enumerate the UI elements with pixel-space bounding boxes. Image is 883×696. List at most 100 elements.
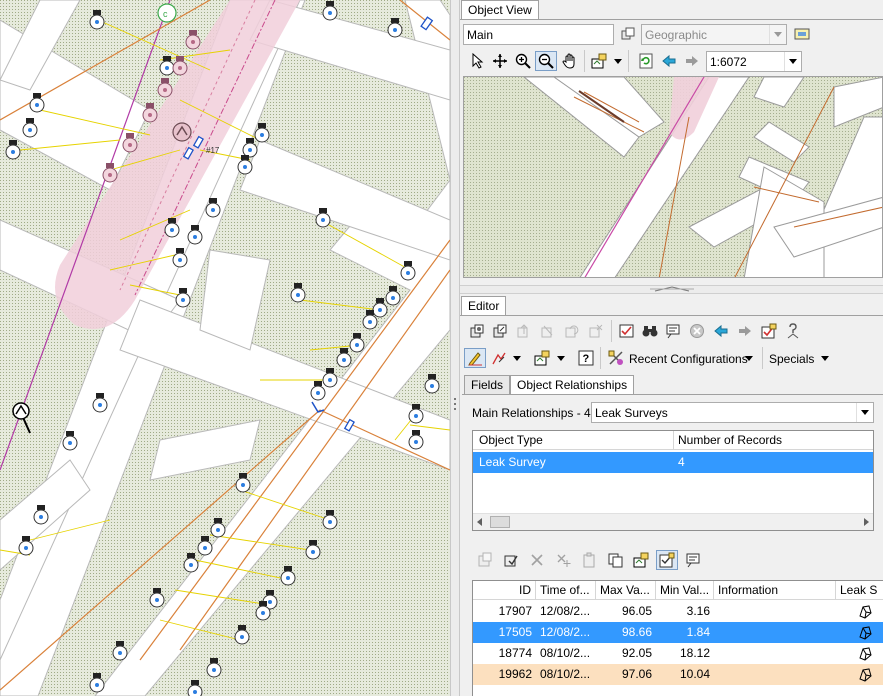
- tab-object-view[interactable]: Object View: [461, 0, 539, 19]
- checklist-icon[interactable]: [758, 321, 780, 341]
- relationship-table[interactable]: Object Type Number of Records Leak Surve…: [472, 430, 874, 531]
- table-row[interactable]: 18774 08/10/2... 92.05 18.12: [473, 643, 883, 664]
- layer-settings-icon[interactable]: [588, 51, 610, 71]
- zoom-out-icon[interactable]: [535, 51, 557, 71]
- specials-button[interactable]: Specials: [769, 352, 814, 366]
- select-arrow-icon[interactable]: [466, 51, 488, 71]
- relationship-select[interactable]: Leak Surveys: [591, 402, 874, 423]
- map-properties-icon[interactable]: [791, 24, 813, 44]
- cell-id: 18774: [498, 646, 532, 660]
- tab-fields[interactable]: Fields: [464, 375, 511, 394]
- edit-feature-icon[interactable]: [466, 321, 488, 341]
- leak-survey-icon[interactable]: [853, 664, 877, 685]
- delete-feature-icon[interactable]: [585, 321, 607, 341]
- scale-value: 1:6072: [710, 54, 747, 69]
- recent-configurations-icon[interactable]: [605, 348, 627, 368]
- cell-max-value: 97.06: [621, 667, 652, 681]
- delete-record-icon[interactable]: [526, 550, 548, 570]
- report-icon[interactable]: [682, 550, 704, 570]
- cell-information: [714, 622, 836, 643]
- records-table[interactable]: ID Time of... Max Va... Min Val... Infor…: [472, 580, 883, 696]
- sketch-dropdown-icon[interactable]: [510, 348, 524, 368]
- add-feature-dropdown-icon[interactable]: [554, 348, 568, 368]
- sketch-tool-icon[interactable]: [488, 348, 510, 368]
- map-name-value: Main: [467, 27, 494, 42]
- column-header-id[interactable]: ID: [473, 581, 536, 600]
- table-row[interactable]: Leak Survey 4: [473, 452, 873, 473]
- split-feature-icon[interactable]: [537, 321, 559, 341]
- back-arrow-icon[interactable]: [658, 51, 680, 71]
- column-header-leak-survey[interactable]: Leak S: [836, 581, 883, 600]
- recent-configurations-button[interactable]: Recent Configurations: [629, 352, 748, 366]
- cell-id: 17505: [498, 625, 532, 639]
- add-feature-icon[interactable]: [531, 348, 553, 368]
- overview-map[interactable]: [463, 76, 883, 278]
- help-icon[interactable]: ?: [575, 348, 597, 368]
- recent-configurations-dropdown-icon[interactable]: [742, 348, 756, 368]
- horizontal-splitter[interactable]: [460, 285, 883, 294]
- cell-min-value: 3.16: [686, 604, 710, 618]
- pan-cross-icon[interactable]: [489, 51, 511, 71]
- chevron-down-icon: [856, 403, 873, 422]
- binoculars-icon[interactable]: [639, 321, 661, 341]
- add-to-map-icon[interactable]: [630, 550, 652, 570]
- edit-attributes-icon[interactable]: [489, 321, 511, 341]
- column-header-max-value[interactable]: Max Va...: [596, 581, 656, 600]
- leak-survey-icon[interactable]: [853, 601, 877, 622]
- horizontal-scrollbar[interactable]: [473, 513, 873, 530]
- table-row[interactable]: 17505 12/08/2... 98.66 1.84: [473, 622, 883, 643]
- tab-editor[interactable]: Editor: [461, 296, 507, 315]
- column-header-number-of-records[interactable]: Number of Records: [674, 431, 873, 450]
- pencil-edit-icon[interactable]: [464, 348, 486, 368]
- leak-marker-icon[interactable]: [172, 122, 192, 142]
- scroll-left-icon[interactable]: [477, 518, 482, 526]
- cell-information: [714, 664, 836, 685]
- table-row[interactable]: 19962 08/10/2... 97.06 10.04: [473, 664, 883, 685]
- validate-icon[interactable]: [616, 321, 638, 341]
- map-view[interactable]: c #17: [0, 0, 450, 696]
- validate-record-icon[interactable]: [656, 550, 678, 570]
- back-arrow-icon[interactable]: [710, 321, 732, 341]
- table-row[interactable]: 17907 12/08/2... 96.05 3.16: [473, 601, 883, 622]
- tab-object-relationships[interactable]: Object Relationships: [510, 375, 635, 394]
- refresh-icon[interactable]: [635, 51, 657, 71]
- cell-object-type: Leak Survey: [479, 455, 546, 469]
- forward-arrow-icon[interactable]: [681, 51, 703, 71]
- map-name-field[interactable]: Main: [463, 24, 614, 45]
- map-label: #17: [206, 146, 220, 155]
- hand-pan-icon[interactable]: [559, 51, 581, 71]
- leak-survey-icon[interactable]: [853, 622, 877, 643]
- column-header-information[interactable]: Information: [714, 581, 836, 600]
- add-link-icon[interactable]: [552, 550, 574, 570]
- rotate-feature-icon[interactable]: [561, 321, 583, 341]
- scroll-right-icon[interactable]: [864, 518, 869, 526]
- column-header-object-type[interactable]: Object Type: [473, 431, 674, 450]
- new-record-icon[interactable]: [474, 550, 496, 570]
- cell-information: [714, 601, 836, 622]
- edit-record-icon[interactable]: [500, 550, 522, 570]
- map-canvas[interactable]: c #17: [0, 0, 450, 696]
- leak-survey-icon[interactable]: [853, 643, 877, 664]
- cell-time: 08/10/2...: [540, 667, 591, 681]
- move-feature-icon[interactable]: [513, 321, 535, 341]
- paste-icon[interactable]: [578, 550, 600, 570]
- column-header-min-value[interactable]: Min Val...: [656, 581, 714, 600]
- cell-time: 12/08/2...: [540, 604, 591, 618]
- column-header-time[interactable]: Time of...: [536, 581, 596, 600]
- coordinate-system-icon[interactable]: [617, 24, 639, 44]
- specials-dropdown-icon[interactable]: [818, 348, 832, 368]
- identify-icon[interactable]: [662, 321, 684, 341]
- coordinate-system-select[interactable]: Geographic: [641, 24, 787, 45]
- vertical-splitter[interactable]: [450, 0, 460, 696]
- right-panel: Object View Main Geographic 1:6072 Edito…: [460, 0, 883, 696]
- zoom-in-icon[interactable]: [512, 51, 534, 71]
- cell-time: 08/10/2...: [540, 646, 591, 660]
- scale-select[interactable]: 1:6072: [706, 51, 802, 72]
- help-query-icon[interactable]: [782, 321, 804, 341]
- cancel-icon[interactable]: [686, 321, 708, 341]
- cell-information: [714, 643, 836, 664]
- scroll-thumb[interactable]: [490, 516, 510, 528]
- forward-arrow-icon[interactable]: [734, 321, 756, 341]
- copy-icon[interactable]: [604, 550, 626, 570]
- layer-dropdown-icon[interactable]: [611, 51, 625, 71]
